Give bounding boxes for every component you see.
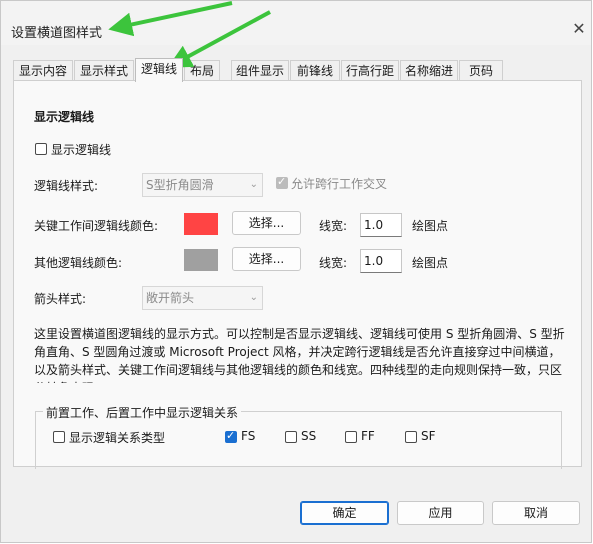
tab-logic-line[interactable]: 逻辑线 — [135, 58, 183, 82]
annotation-arrow-tab — [167, 10, 271, 68]
annotation-arrows — [108, 1, 271, 68]
annotation-arrow-title — [108, 1, 233, 37]
